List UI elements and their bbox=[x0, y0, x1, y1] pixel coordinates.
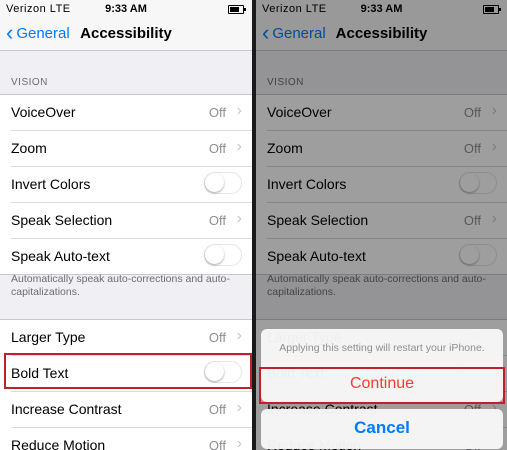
nav-bar: ‹ General Accessibility bbox=[0, 18, 252, 51]
cancel-button[interactable]: Cancel bbox=[261, 418, 503, 438]
phone-right: Verizon LTE 9:33 AM ‹ General Accessibili… bbox=[256, 0, 507, 450]
row-speak-selection[interactable]: Speak Selection Off › bbox=[11, 203, 252, 239]
disclosure-chevron-icon: › bbox=[236, 327, 242, 344]
vision-footnote: Automatically speak auto-corrections and… bbox=[11, 273, 230, 298]
row-larger-type[interactable]: Larger Type Off › bbox=[11, 320, 252, 356]
continue-highlight-box bbox=[259, 367, 505, 404]
row-reduce-motion[interactable]: Reduce Motion Off › bbox=[11, 428, 252, 450]
disclosure-chevron-icon: › bbox=[236, 138, 242, 155]
status-time: 9:33 AM bbox=[105, 3, 147, 15]
phone-left: Verizon LTE 9:33 AM ‹ General Accessibili… bbox=[0, 0, 252, 450]
alert-message: Applying this setting will restart your … bbox=[279, 342, 485, 354]
row-zoom[interactable]: Zoom Off › bbox=[11, 131, 252, 167]
comparison-screenshot: Verizon LTE 9:33 AM ‹ General Accessibili… bbox=[0, 0, 507, 450]
disclosure-chevron-icon: › bbox=[236, 435, 242, 450]
speak-auto-text-toggle[interactable] bbox=[204, 244, 242, 266]
status-bar: Verizon LTE 9:33 AM bbox=[0, 0, 252, 18]
cancel-sheet: Cancel bbox=[261, 409, 503, 449]
row-invert-colors: Invert Colors bbox=[11, 167, 252, 203]
vision-group: VoiceOver Off › Zoom Off › Invert Colors… bbox=[0, 94, 252, 275]
row-voiceover[interactable]: VoiceOver Off › bbox=[11, 95, 252, 131]
row-increase-contrast[interactable]: Increase Contrast Off › bbox=[11, 392, 252, 428]
disclosure-chevron-icon: › bbox=[236, 102, 242, 119]
invert-colors-toggle[interactable] bbox=[204, 172, 242, 194]
section-header-vision: VISION bbox=[11, 77, 48, 88]
bold-text-highlight-box bbox=[4, 353, 252, 389]
page-title: Accessibility bbox=[80, 25, 172, 42]
battery-icon bbox=[228, 5, 246, 14]
row-speak-auto-text: Speak Auto-text bbox=[11, 239, 252, 274]
disclosure-chevron-icon: › bbox=[236, 210, 242, 227]
disclosure-chevron-icon: › bbox=[236, 399, 242, 416]
